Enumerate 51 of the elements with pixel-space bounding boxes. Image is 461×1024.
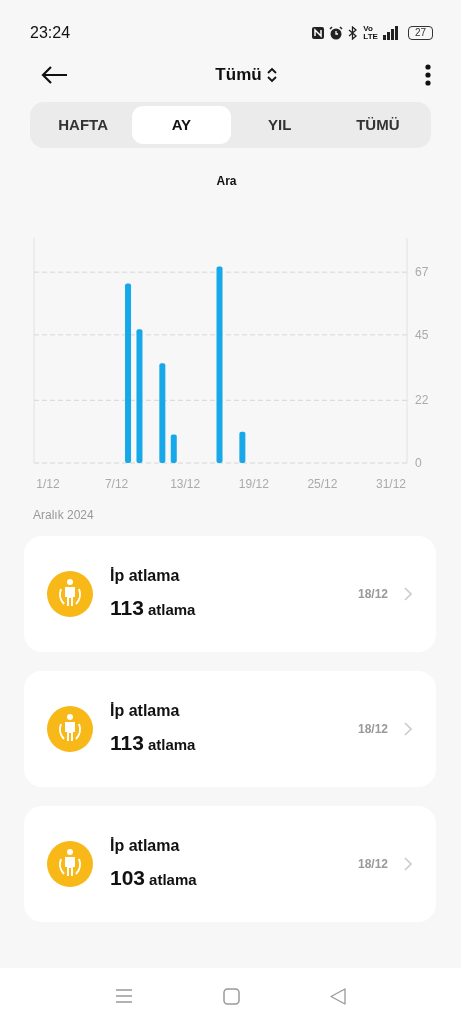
nfc-icon [311,26,326,40]
jump-rope-icon [46,705,94,753]
record-card[interactable]: İp atlama 103 atlama 18/12 [24,806,436,922]
x-axis-label: 19/12 [238,477,269,491]
chart-bar [239,431,246,463]
y-axis-label: 45 [415,327,429,342]
record-title: İp atlama [110,701,181,722]
alarm-icon [329,26,344,40]
y-axis-label: 67 [415,265,429,280]
section-heading: Aralık 2024 [32,507,95,524]
jump-rope-icon [46,570,94,618]
x-axis-label: 1/12 [36,477,60,491]
signal-icon [381,26,400,40]
x-axis-label: 25/12 [307,477,338,491]
record-title: İp atlama [110,566,181,587]
sort-chevron-icon[interactable] [265,65,278,85]
period-tab[interactable]: YIL [230,106,329,144]
back-icon[interactable] [330,987,346,1005]
header-title[interactable]: Tümü [215,62,262,88]
record-count: 113 [110,595,144,622]
chevron-right-icon [404,587,412,601]
period-tab[interactable]: TÜMÜ [328,106,427,144]
record-unit: atlama [149,870,197,891]
record-unit: atlama [147,600,196,621]
record-date: 18/12 [357,586,388,603]
y-axis-label: 0 [415,456,422,470]
period-tab[interactable]: HAFTA [34,106,133,144]
record-unit: atlama [147,735,196,756]
x-axis-label: 7/12 [104,477,129,491]
chart-title: Ara [215,173,238,190]
record-count: 103 [110,865,146,892]
y-axis-label: 22 [415,393,429,408]
chart-bar [170,434,177,463]
record-date: 18/12 [357,721,388,738]
record-title: İp atlama [110,836,181,857]
battery-indicator: 27 [407,26,433,40]
volte-label: Vo LTE [363,25,378,41]
back-arrow-icon[interactable] [40,65,68,85]
more-options-icon[interactable] [425,64,431,86]
record-date: 18/12 [357,856,388,873]
x-axis-label: 13/12 [170,477,201,491]
record-card[interactable]: İp atlama 113 atlama 18/12 [24,671,436,787]
home-icon[interactable] [223,987,240,1005]
status-time: 23:24 [30,23,71,43]
chevron-right-icon [404,722,412,736]
period-tab[interactable]: AY [132,106,231,144]
chevron-right-icon [404,857,412,871]
x-axis-label: 31/12 [376,477,406,491]
record-count: 113 [110,730,144,757]
record-card[interactable]: İp atlama 113 atlama 18/12 [24,536,436,652]
jump-rope-icon [46,840,94,888]
